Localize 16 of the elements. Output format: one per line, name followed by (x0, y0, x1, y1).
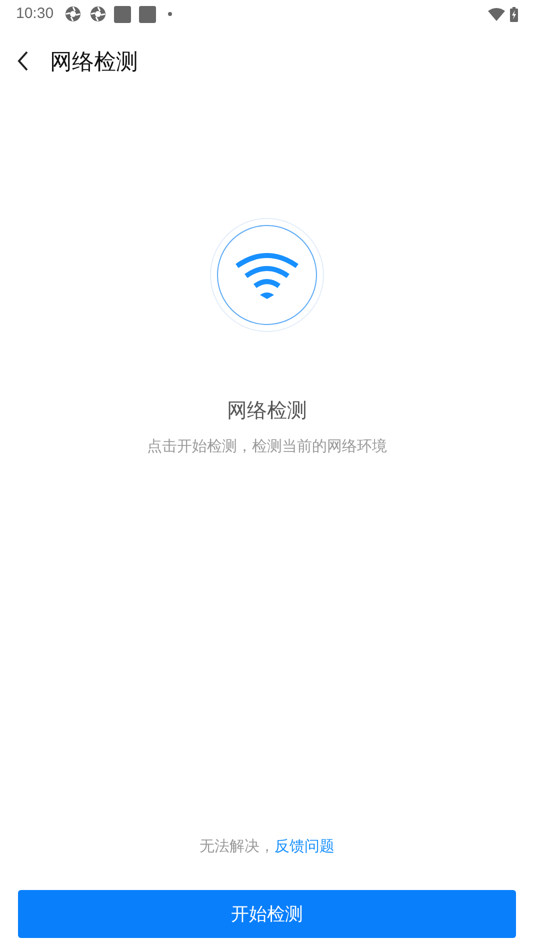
feedback-link[interactable]: 反馈问题 (274, 836, 334, 858)
wifi-signal-icon (488, 8, 505, 20)
square-notification-icon (114, 6, 131, 22)
wifi-icon (234, 251, 300, 299)
feedback-text: 无法解决， (200, 836, 274, 856)
start-button[interactable]: 开始检测 (18, 890, 516, 938)
back-icon (17, 51, 29, 71)
hero-title: 网络检测 (227, 399, 307, 424)
app-notification-icon (64, 6, 81, 22)
app-notification-icon (90, 6, 106, 22)
status-time: 10:30 (16, 4, 54, 24)
more-notifications-icon (168, 12, 172, 16)
page-title: 网络检测 (50, 48, 138, 76)
battery-charging-icon (510, 6, 518, 22)
hero-subtitle: 点击开始检测，检测当前的网络环境 (147, 437, 387, 457)
square-notification-icon (138, 6, 156, 22)
